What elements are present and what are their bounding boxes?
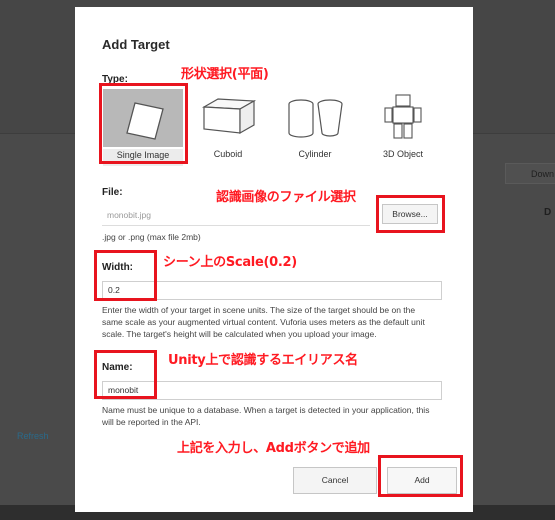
width-hint-line-3: scale. The target's height will be calcu… xyxy=(102,329,377,339)
width-hint-line-1: Enter the width of your target in scene … xyxy=(102,305,416,315)
name-hint-line-1: Name must be unique to a database. When … xyxy=(102,405,430,415)
file-name-field: monobit.jpg xyxy=(102,207,370,226)
type-cylinder[interactable]: Cylinder xyxy=(275,89,355,166)
type-cuboid[interactable]: Cuboid xyxy=(188,89,268,166)
annotation-file-select: 認識画像のファイル選択 xyxy=(216,190,356,205)
annotation-shape-select: 形状選択(平面) xyxy=(181,67,269,82)
type-label-cylinder: Cylinder xyxy=(298,149,332,159)
annotation-box-name xyxy=(94,350,157,399)
background-refresh-link: Refresh xyxy=(17,431,49,441)
dialog-title: Add Target xyxy=(102,37,170,52)
annotation-add-note: 上記を入力し、Addボタンで追加 xyxy=(177,441,370,456)
type-3d-object[interactable]: 3D Object xyxy=(363,89,443,166)
cuboid-icon xyxy=(188,89,268,147)
type-label-3d-object: 3D Object xyxy=(382,149,424,159)
width-hint-line-2: same scale as your augmented virtual con… xyxy=(102,317,425,327)
annotation-alias: Unity上で認識するエイリアス名 xyxy=(168,353,358,368)
annotation-box-shape xyxy=(99,83,188,164)
type-label-cuboid: Cuboid xyxy=(213,149,243,159)
cylinder-icon xyxy=(275,89,355,147)
background-download-button: Down xyxy=(505,163,555,184)
annotation-box-browse xyxy=(376,195,445,233)
name-hint-line-2: will be reported in the API. xyxy=(102,417,201,427)
cancel-button[interactable]: Cancel xyxy=(293,467,377,494)
file-label: File: xyxy=(102,187,123,198)
annotation-scale: シーン上のScale(0.2) xyxy=(163,255,297,270)
background-column-header: D xyxy=(544,207,552,218)
annotation-box-add xyxy=(378,455,463,497)
3d-object-icon xyxy=(363,89,443,147)
annotation-box-width xyxy=(94,250,157,301)
file-hint: .jpg or .png (max file 2mb) xyxy=(102,232,201,242)
